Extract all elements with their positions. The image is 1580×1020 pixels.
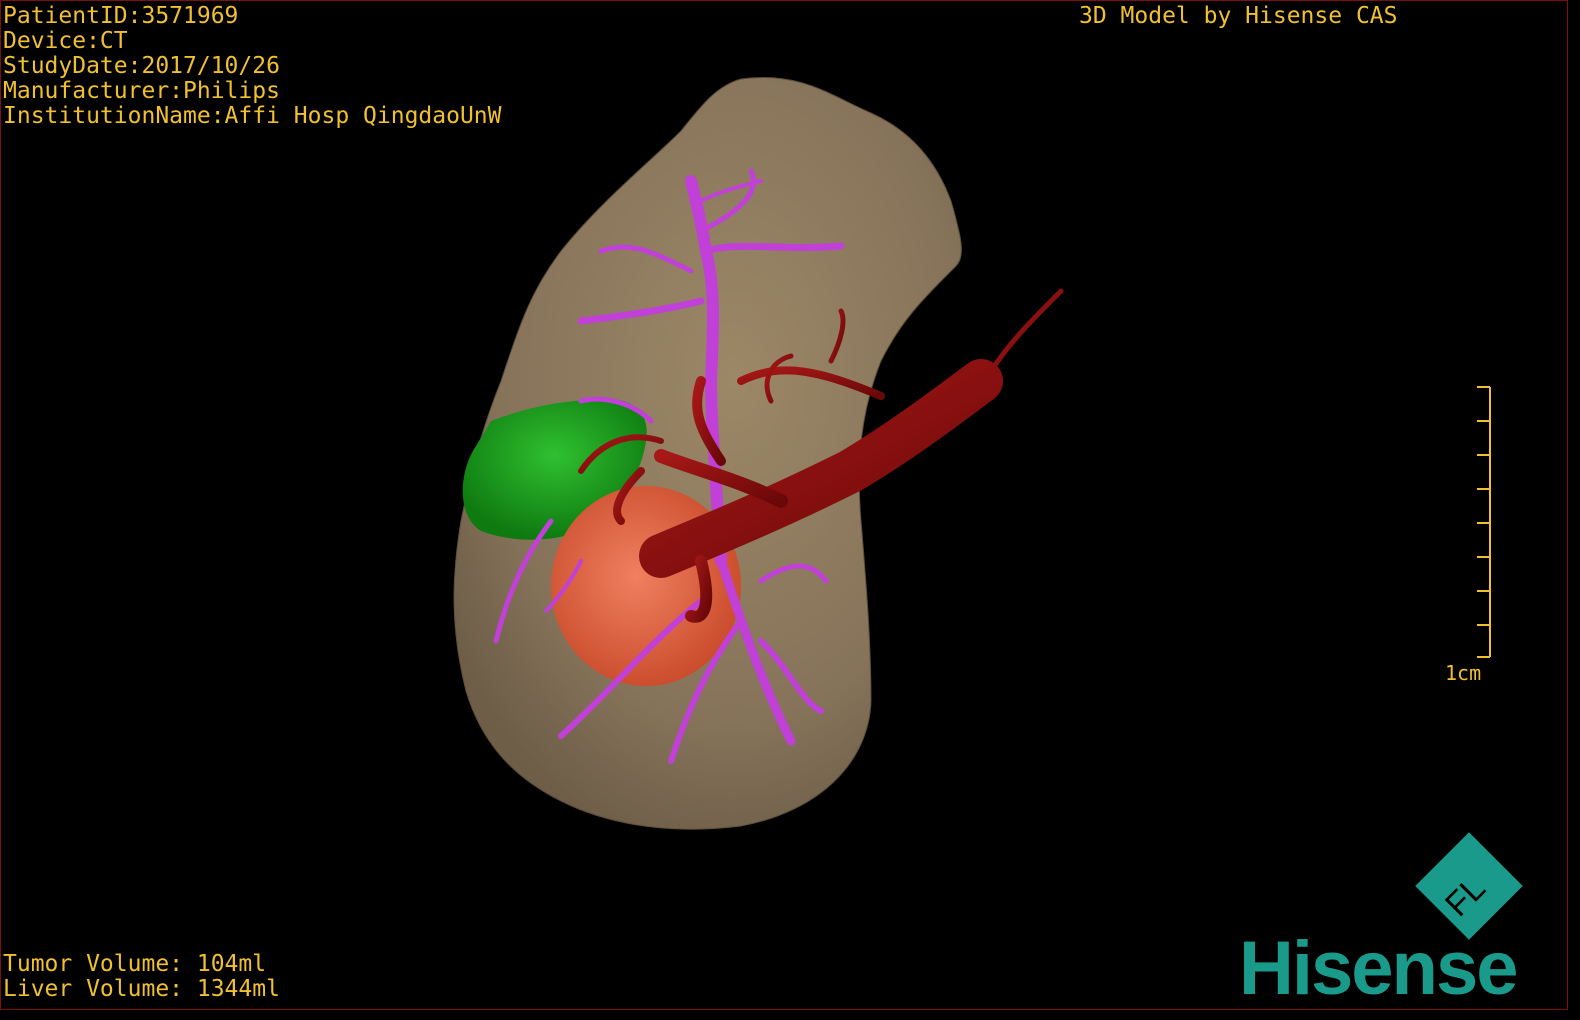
tumor-volume-label: Tumor Volume: 104ml (3, 951, 267, 977)
device-label: Device:CT (3, 28, 128, 54)
scale-bar (1477, 386, 1491, 658)
patient-id-label: PatientID:3571969 (3, 3, 239, 29)
liver-volume-label: Liver Volume: 1344ml (3, 976, 280, 1002)
model-credit-label: 3D Model by Hisense CAS (1079, 3, 1398, 29)
dicom-info-panel: PatientID:3571969 Device:CT StudyDate:2017… (3, 4, 502, 129)
brand-logo-text: Hisense (1239, 926, 1518, 1010)
manufacturer-label: Manufacturer:Philips (3, 78, 280, 104)
scale-label: 1cm (1445, 661, 1482, 685)
study-date-label: StudyDate:2017/10/26 (3, 53, 280, 79)
3d-viewport[interactable]: PatientID:3571969 Device:CT StudyDate:2017… (0, 0, 1568, 1010)
volume-panel: Tumor Volume: 104ml Liver Volume: 1344ml (3, 952, 280, 1002)
institution-label: InstitutionName:Affi Hosp QingdaoUnW (3, 103, 502, 129)
